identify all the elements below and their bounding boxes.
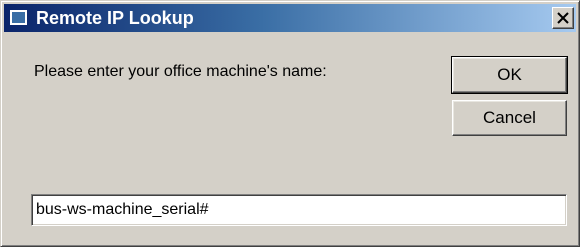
remote-ip-lookup-dialog: Remote IP Lookup Please enter your offic… [0,0,580,247]
prompt-label: Please enter your office machine's name: [34,63,327,80]
machine-name-input[interactable] [31,194,567,226]
close-icon [557,12,569,24]
application-icon [10,10,27,25]
window-title: Remote IP Lookup [36,8,194,28]
close-button[interactable] [552,7,574,29]
title-bar[interactable]: Remote IP Lookup [4,4,576,32]
ok-button[interactable]: OK [451,56,568,94]
cancel-button[interactable]: Cancel [452,100,567,136]
